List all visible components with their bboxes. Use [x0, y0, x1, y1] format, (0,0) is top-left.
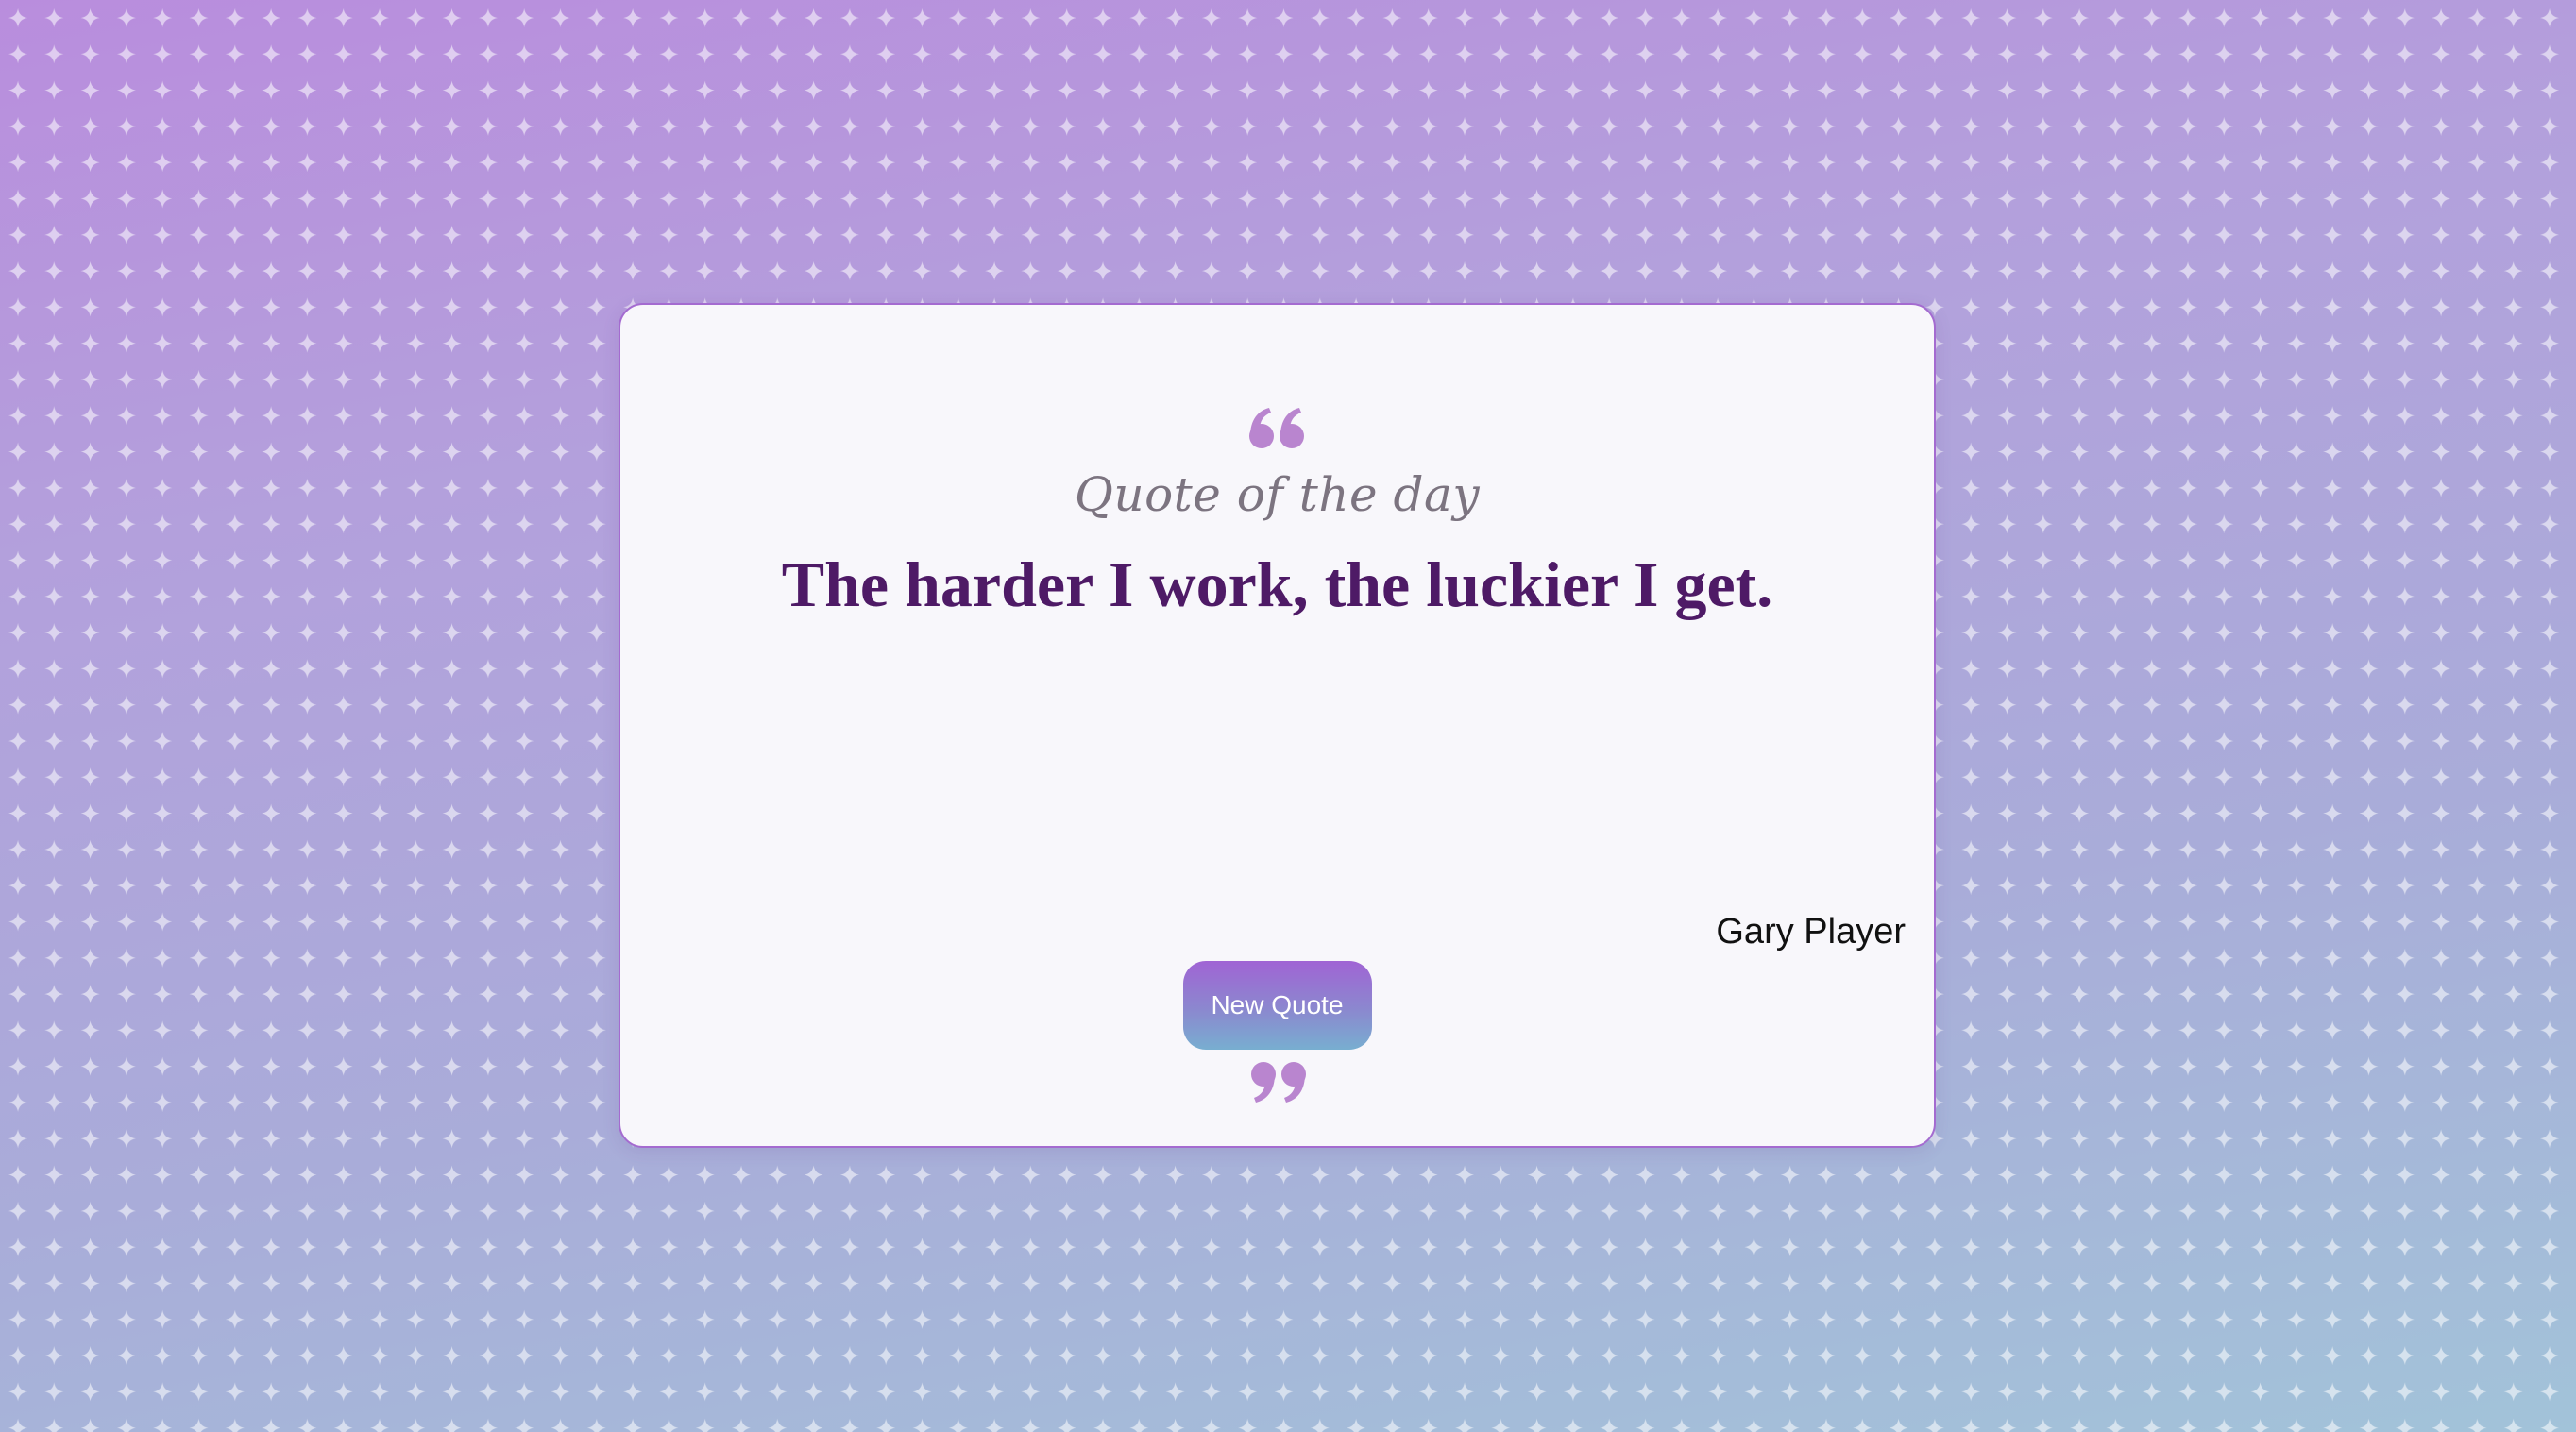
left-double-quote-icon	[1248, 408, 1304, 448]
right-double-quote-icon	[1250, 1062, 1306, 1103]
new-quote-button[interactable]: New Quote	[1182, 961, 1372, 1050]
quote-card: Quote of the day The harder I work, the …	[619, 303, 1936, 1148]
quote-text: The harder I work, the luckier I get.	[781, 548, 1773, 620]
quote-author: Gary Player	[1716, 912, 1906, 952]
quote-heading: Quote of the day	[1074, 467, 1481, 522]
